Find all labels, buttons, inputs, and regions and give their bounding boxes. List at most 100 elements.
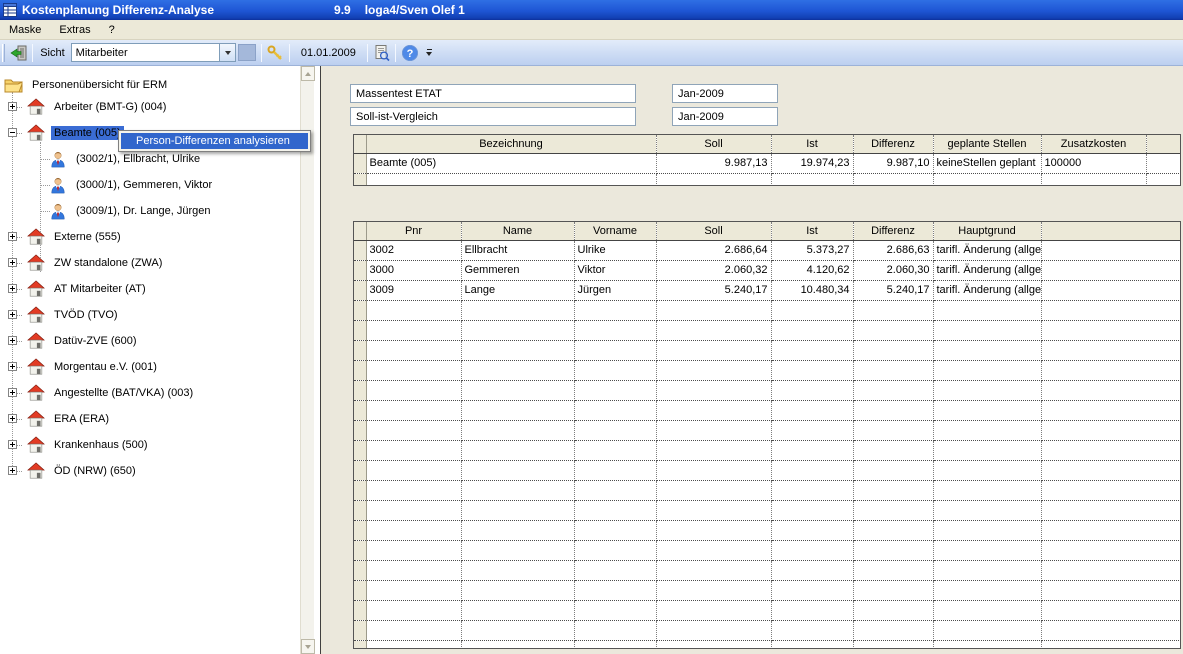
period-to-field[interactable]: Jan-2009 [672,107,778,126]
sicht-combobox[interactable]: Mitarbeiter [71,43,237,62]
comparison-name-field[interactable]: Soll-ist-Vergleich [350,107,636,126]
cell-empty [366,480,461,500]
cell-differenz[interactable]: 5.240,17 [853,280,933,300]
table-row[interactable]: 3002EllbrachtUlrike2.686,645.373,272.686… [354,240,1180,260]
column-header-geplante-stellen[interactable]: geplante Stellen [933,135,1041,153]
cell-name[interactable]: Lange [461,280,574,300]
row-selector[interactable] [354,153,366,173]
expand-plus-box[interactable] [8,414,17,423]
expand-plus-box[interactable] [8,284,17,293]
tree-item-krankenhaus-500[interactable]: Krankenhaus (500) [26,436,151,454]
table-row[interactable]: 3009LangeJürgen5.240,1710.480,345.240,17… [354,280,1180,300]
column-header-differenz[interactable]: Differenz [853,222,933,240]
tree-item-era-era[interactable]: ERA (ERA) [26,410,112,428]
tree-item-beamte-005[interactable]: Beamte (005) [26,124,124,142]
cell-geplante-stellen[interactable]: keineStellen geplant [933,153,1041,173]
expand-plus-box[interactable] [8,440,17,449]
cell-differenz[interactable]: 2.686,63 [853,240,933,260]
tree-item-arbeiter-bmt-g-004[interactable]: Arbeiter (BMT-G) (004) [26,98,169,116]
tree-item-dat-v-zve-600[interactable]: Datüv-ZVE (600) [26,332,140,350]
cell-soll[interactable]: 2.060,32 [656,260,771,280]
column-header-soll[interactable]: Soll [656,135,771,153]
cell-ist[interactable]: 19.974,23 [771,153,853,173]
print-preview-button[interactable] [371,42,392,63]
tree-item-angestellte-bat-vka-003[interactable]: Angestellte (BAT/VKA) (003) [26,384,196,402]
cell-soll[interactable]: 9.987,13 [656,153,771,173]
table-row[interactable]: Beamte (005)9.987,1319.974,239.987,10kei… [354,153,1180,173]
expand-plus-box[interactable] [8,362,17,371]
toolbar-overflow-button[interactable] [424,49,434,56]
tree-item-externe-555[interactable]: Externe (555) [26,228,124,246]
tree-root-item[interactable]: Personenübersicht für ERM [4,76,170,94]
cell-bezeichnung[interactable]: Beamte (005) [366,153,656,173]
cell-ist[interactable]: 4.120,62 [771,260,853,280]
column-header-ist[interactable]: Ist [771,135,853,153]
column-header-name[interactable]: Name [461,222,574,240]
tree-item-3009-1-dr-lange-j-rgen[interactable]: (3009/1), Dr. Lange, Jürgen [48,202,214,220]
scrollbar-up-button[interactable] [301,66,315,81]
expand-plus-box[interactable] [8,102,17,111]
column-header-zusatzkosten[interactable]: Zusatzkosten [1041,135,1146,153]
reference-date-field[interactable]: 01.01.2009 [293,47,364,59]
menu-maske[interactable]: Maske [0,22,50,38]
column-header-bezeichnung[interactable]: Bezeichnung [366,135,656,153]
row-selector[interactable] [354,260,366,280]
help-button[interactable]: ? [399,42,420,63]
cell-hauptgrund[interactable]: tarifl. Änderung (allgemein) [933,260,1041,280]
cell-empty [1041,320,1180,340]
cell-name[interactable]: Gemmeren [461,260,574,280]
expand-plus-box[interactable] [8,388,17,397]
cell-soll[interactable]: 5.240,17 [656,280,771,300]
cell-ist[interactable]: 5.373,27 [771,240,853,260]
plan-name-field[interactable]: Massentest ETAT [350,84,636,103]
cell-vorname[interactable]: Jürgen [574,280,656,300]
expand-plus-box[interactable] [8,258,17,267]
exit-button[interactable] [8,42,29,63]
cell-pnr[interactable]: 3000 [366,260,461,280]
cell-differenz[interactable]: 2.060,30 [853,260,933,280]
expand-plus-box[interactable] [8,336,17,345]
row-selector[interactable] [354,280,366,300]
cell-ist[interactable]: 10.480,34 [771,280,853,300]
column-header-ist[interactable]: Ist [771,222,853,240]
tree-item-3000-1-gemmeren-viktor[interactable]: (3000/1), Gemmeren, Viktor [48,176,215,194]
menu-extras[interactable]: Extras [50,22,99,38]
toolbar-grip[interactable] [2,44,5,62]
cell-vorname[interactable]: Ulrike [574,240,656,260]
period-from-field[interactable]: Jan-2009 [672,84,778,103]
expand-plus-box[interactable] [8,466,17,475]
expand-plus-box[interactable] [8,232,17,241]
row-selector [354,560,366,580]
tree-item-3002-1-ellbracht-ulrike[interactable]: (3002/1), Ellbracht, Ulrike [48,150,203,168]
sicht-combobox-dropdown-button[interactable] [219,44,235,61]
cell-pnr[interactable]: 3002 [366,240,461,260]
collapse-minus-box[interactable] [8,128,17,137]
cell-soll[interactable]: 2.686,64 [656,240,771,260]
cell-hauptgrund[interactable]: tarifl. Änderung (allgemein) [933,280,1041,300]
context-menu-item-analyze-differences[interactable]: Person-Differenzen analysieren [121,133,308,149]
column-header-pnr[interactable]: Pnr [366,222,461,240]
cell-pnr[interactable]: 3009 [366,280,461,300]
tree-scrollbar[interactable] [300,66,314,654]
expand-plus-box[interactable] [8,310,17,319]
tree-item-morgentau-e-v-001[interactable]: Morgentau e.V. (001) [26,358,160,376]
cell-empty [656,380,771,400]
column-header-soll[interactable]: Soll [656,222,771,240]
tree-item-zw-standalone-zwa[interactable]: ZW standalone (ZWA) [26,254,165,272]
key-button[interactable] [265,42,286,63]
table-row[interactable]: 3000GemmerenViktor2.060,324.120,622.060,… [354,260,1180,280]
cell-name[interactable]: Ellbracht [461,240,574,260]
column-header-hauptgrund[interactable]: Hauptgrund [933,222,1041,240]
tree-item-at-mitarbeiter-at[interactable]: AT Mitarbeiter (AT) [26,280,149,298]
row-selector[interactable] [354,240,366,260]
column-header-vorname[interactable]: Vorname [574,222,656,240]
cell-hauptgrund[interactable]: tarifl. Änderung (allgemein) [933,240,1041,260]
cell-vorname[interactable]: Viktor [574,260,656,280]
menu-help[interactable]: ? [100,22,124,38]
tree-item-tv-d-tvo[interactable]: TVÖD (TVO) [26,306,121,324]
column-header-differenz[interactable]: Differenz [853,135,933,153]
scrollbar-down-button[interactable] [301,639,315,654]
cell-zusatzkosten[interactable]: 100000 [1041,153,1146,173]
tree-item-d-nrw-650[interactable]: ÖD (NRW) (650) [26,462,139,480]
cell-differenz[interactable]: 9.987,10 [853,153,933,173]
